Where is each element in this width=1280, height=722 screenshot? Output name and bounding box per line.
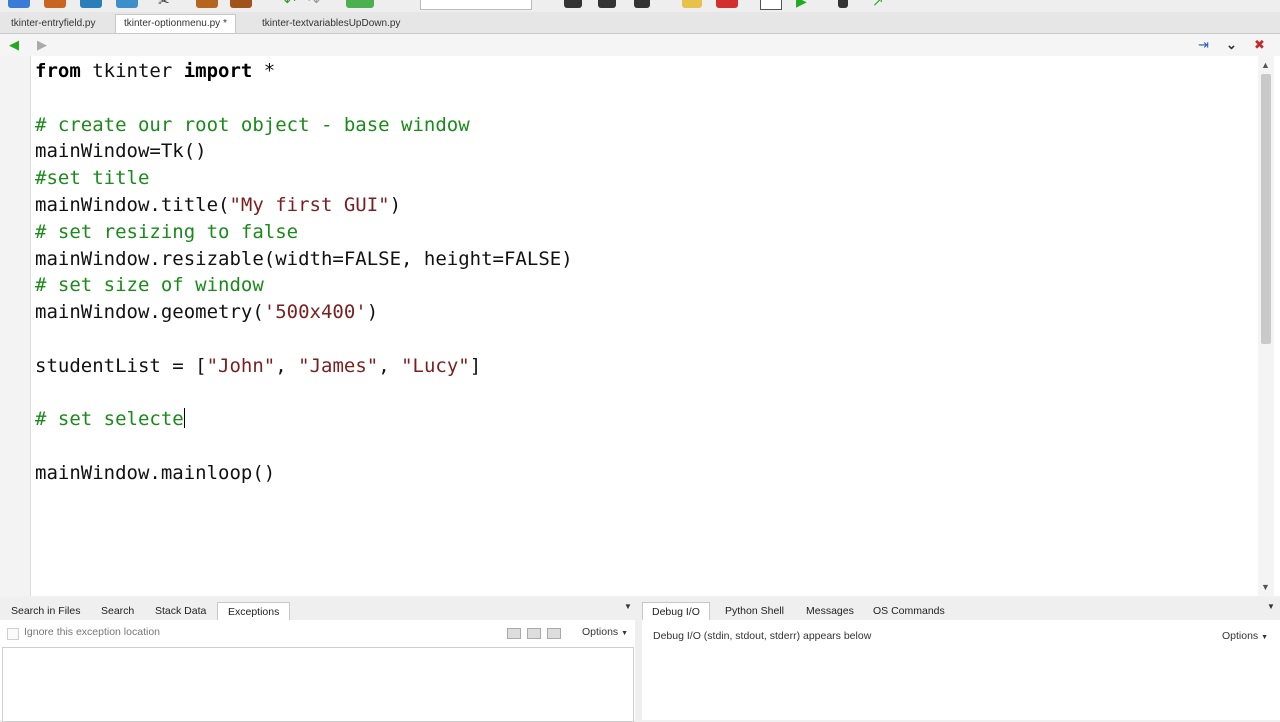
code-line-5: #set title: [35, 167, 150, 190]
debug-options-dropdown-icon: ▼: [1261, 634, 1269, 641]
open-file-icon[interactable]: [44, 0, 66, 8]
detail-view-icon[interactable]: [547, 628, 561, 639]
cut-icon[interactable]: ✂: [158, 0, 170, 8]
options-dropdown-icon: ▼: [621, 630, 629, 637]
redo-icon[interactable]: ↷: [308, 0, 320, 8]
tab-tkinter-optionmenu[interactable]: tkinter-optionmenu.py *: [115, 14, 236, 33]
tab-debug-io[interactable]: Debug I/O: [642, 602, 710, 620]
tab-os-commands[interactable]: OS Commands: [867, 602, 951, 620]
forward-icon[interactable]: ▶: [37, 36, 47, 54]
list-view-icon[interactable]: [507, 628, 521, 639]
scrollbar-thumb[interactable]: [1261, 74, 1271, 344]
editor-gutter: [0, 56, 31, 596]
code-line-16: mainWindow.mainloop(): [35, 461, 276, 484]
main-toolbar: ✂ ↶ ↷ ▶ ↗: [0, 0, 1280, 12]
ignore-exception-label: Ignore this exception location: [24, 626, 161, 638]
new-file-icon[interactable]: [8, 0, 30, 8]
indent-icon[interactable]: [346, 0, 374, 8]
back-icon[interactable]: ◀: [9, 36, 19, 54]
close-tab-icon[interactable]: ✖: [1254, 36, 1265, 54]
comment-block-icon[interactable]: [564, 0, 582, 8]
code-text[interactable]: from tkinter import * # create our root …: [35, 58, 573, 487]
left-panel-menu-icon[interactable]: ▼: [624, 602, 632, 611]
run-icon[interactable]: ▶: [796, 0, 807, 8]
lower-panels: Search in Files Search Stack Data Except…: [0, 598, 1280, 722]
copy-icon[interactable]: [196, 0, 218, 8]
exceptions-output-area[interactable]: [2, 647, 634, 722]
code-editor[interactable]: from tkinter import * # create our root …: [0, 56, 1280, 596]
python-icon[interactable]: [682, 0, 702, 8]
tab-search[interactable]: Search: [95, 602, 140, 620]
tree-view-icon[interactable]: [527, 628, 541, 639]
code-line-1: from tkinter import *: [35, 60, 276, 82]
step-icon[interactable]: [838, 0, 848, 8]
paste-icon[interactable]: [230, 0, 252, 8]
debug-io-pane: Debug I/O (stdin, stdout, stderr) appear…: [642, 620, 1280, 720]
editor-tab-bar: tkinter-entryfield.py tkinter-optionmenu…: [0, 12, 1280, 34]
save-all-icon[interactable]: [116, 0, 138, 8]
pin-icon[interactable]: ⇥: [1198, 36, 1209, 54]
code-line-9: # set size of window: [35, 274, 264, 297]
scroll-up-icon[interactable]: ▲: [1261, 59, 1270, 71]
code-line-10: mainWindow.geometry('500x400'): [35, 301, 379, 324]
stop-icon[interactable]: [716, 0, 738, 8]
right-panel-menu-icon[interactable]: ▼: [1267, 602, 1275, 611]
ignore-exception-checkbox[interactable]: [7, 628, 19, 640]
code-line-6: mainWindow.title("My first GUI"): [35, 193, 402, 216]
scroll-down-icon[interactable]: ▼: [1261, 581, 1270, 593]
save-icon[interactable]: [80, 0, 102, 8]
tab-menu-icon[interactable]: ⌄: [1226, 36, 1237, 54]
editor-nav-row: ◀ ▶ ⇥ ⌄ ✖: [0, 34, 1280, 56]
debug-io-info: Debug I/O (stdin, stdout, stderr) appear…: [653, 630, 872, 642]
uncomment-block-icon[interactable]: [598, 0, 616, 8]
window-icon[interactable]: [760, 0, 782, 10]
code-line-8: mainWindow.resizable(width=FALSE, height…: [35, 247, 573, 270]
tab-tkinter-textvariablesupdown[interactable]: tkinter-textvariablesUpDown.py: [254, 15, 408, 33]
tab-messages[interactable]: Messages: [800, 602, 860, 620]
code-line-12: studentList = ["John", "James", "Lucy"]: [35, 354, 482, 377]
tab-tkinter-entryfield[interactable]: tkinter-entryfield.py: [3, 15, 103, 33]
text-caret: [183, 408, 185, 429]
indent-block-icon[interactable]: [634, 0, 650, 8]
code-line-14: # set selecte: [35, 408, 184, 431]
tab-search-in-files[interactable]: Search in Files: [5, 602, 86, 620]
editor-vertical-scrollbar[interactable]: ▲ ▼: [1258, 56, 1274, 596]
exceptions-options-button[interactable]: Options ▼: [582, 626, 628, 638]
exceptions-pane: Ignore this exception location Options ▼: [0, 620, 635, 722]
code-line-3: # create our root object - base window: [35, 113, 470, 136]
undo-icon[interactable]: ↶: [284, 0, 296, 8]
tab-exceptions[interactable]: Exceptions: [217, 602, 291, 620]
tab-stack-data[interactable]: Stack Data: [149, 602, 212, 620]
code-line-4: mainWindow=Tk(): [35, 140, 207, 163]
tab-python-shell[interactable]: Python Shell: [719, 602, 790, 620]
debug-io-options-button[interactable]: Options ▼: [1222, 630, 1268, 642]
code-line-7: # set resizing to false: [35, 220, 299, 243]
step-out-icon[interactable]: ↗: [872, 0, 884, 8]
search-field[interactable]: [420, 0, 532, 10]
